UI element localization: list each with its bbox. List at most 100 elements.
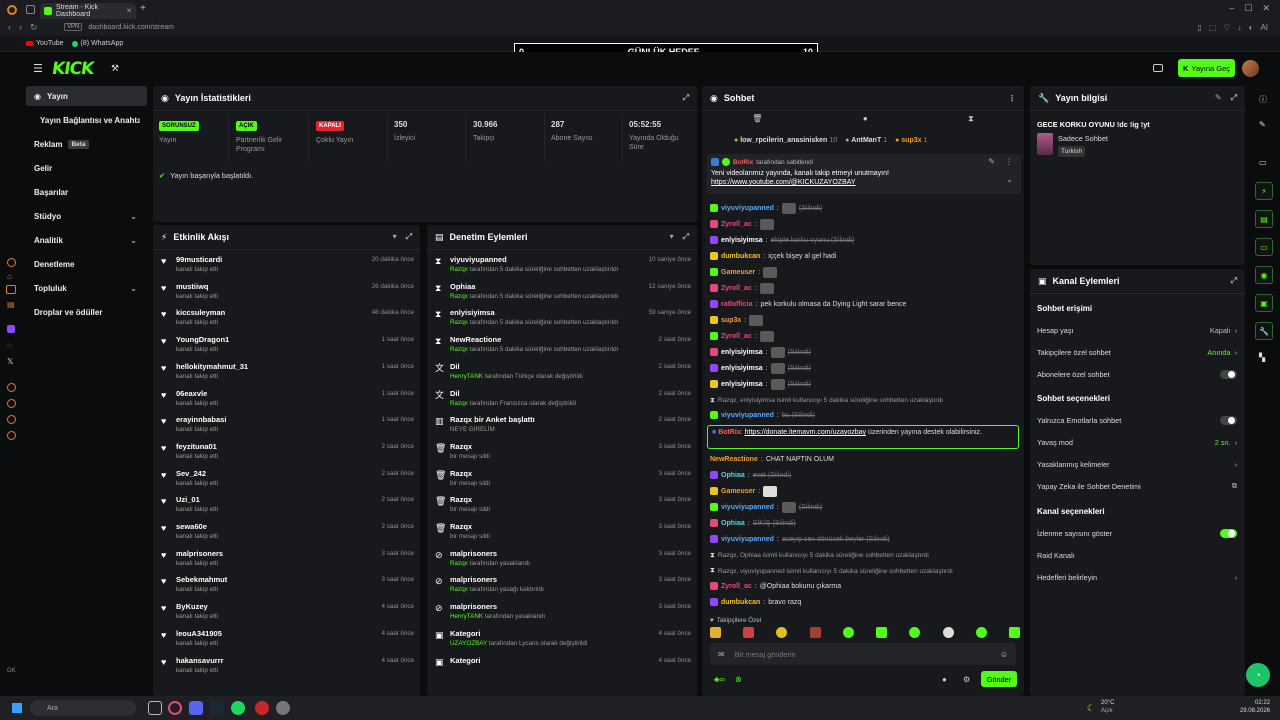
browser-logo-icon[interactable] <box>7 5 17 15</box>
setting-takipci-sohbet[interactable]: Takipçilere özel sohbet Anında › <box>1037 345 1237 359</box>
chat-username[interactable]: Zyroll_ac <box>721 583 752 590</box>
wallet-icon[interactable]: ◐ <box>1249 23 1254 32</box>
chat-message[interactable]: dumbukcan: bravo razq <box>710 595 1020 609</box>
edit-icon[interactable]: ✎ <box>1259 120 1266 129</box>
emote-icon[interactable] <box>1008 627 1020 638</box>
emote-icon[interactable] <box>809 627 821 638</box>
gear-icon[interactable]: ⚙ <box>963 675 970 684</box>
task-view-icon[interactable] <box>148 701 162 715</box>
rail-save-icon[interactable]: ▣ <box>1255 294 1273 312</box>
moderation-row[interactable]: 🗑 Razqx bir mesajı sildi 3 saat önce <box>435 495 691 521</box>
chat-username[interactable]: viyuviyupanned <box>721 536 774 543</box>
rail-wrench-icon[interactable]: 🔧 <box>1255 322 1273 340</box>
more-icon[interactable]: ⋮ <box>1005 157 1013 166</box>
trash-icon[interactable]: 🗑 <box>752 114 762 124</box>
chat-message[interactable]: enlyisiyimsa: (Silindi) <box>710 345 1020 359</box>
bookmark-youtube[interactable]: YouTube <box>26 40 64 47</box>
sidebar-item-analitik[interactable]: Analitik ⌄ <box>26 230 147 250</box>
chat-username[interactable]: Ophiaa <box>721 520 745 527</box>
chat-username[interactable]: ratlofficia <box>721 301 753 308</box>
sidebar-item-topluluk[interactable]: Topluluk ⌄ <box>26 278 147 298</box>
chat-message[interactable]: Zyroll_ac: <box>710 329 1020 343</box>
setting-raid[interactable]: Raid Kanalı <box>1037 548 1237 562</box>
kick-logo[interactable]: KICK <box>51 59 95 79</box>
chat-message[interactable]: Ophiaa: evet (Silindi) <box>710 468 1020 482</box>
expand-icon[interactable]: ⤢ <box>683 232 689 242</box>
activity-row[interactable]: ♥ kiccsuleyman kanalı takip etti 48 dakika … <box>161 308 414 334</box>
chat-message[interactable]: Zyroll_ac: @Ophiaa bokunu çıkarma <box>710 579 1020 593</box>
url-field[interactable]: VPN dashboard.kick.com/stream <box>64 23 174 31</box>
rail-list-icon[interactable]: ▤ <box>1255 210 1273 228</box>
toggle-switch[interactable] <box>1220 528 1237 538</box>
sidebar-item-reklam[interactable]: Reklam Beta <box>26 134 147 154</box>
menu-icon[interactable]: ☰ <box>33 62 43 75</box>
chat-username[interactable]: Zyroll_ac <box>721 221 752 228</box>
leaderboard-item[interactable]: ● AntManT 1 <box>845 137 887 144</box>
sidebar-item-stream-key[interactable]: Yayın Bağlantısı ve Anahtar <box>26 110 147 130</box>
minimize-icon[interactable]: – <box>1229 3 1234 14</box>
send-button[interactable]: Gönder <box>981 671 1017 687</box>
wallet-icon[interactable] <box>1153 64 1163 72</box>
vpn-badge[interactable]: VPN <box>64 23 83 31</box>
chat-username[interactable]: viyuviyupanned <box>721 504 774 511</box>
emoji-icon[interactable]: ☺ <box>1000 650 1008 659</box>
activity-row[interactable]: ♥ hellokitymahmut_31 kanalı takip etti 1 sa… <box>161 362 414 388</box>
sidebar-item-droplar[interactable]: Droplar ve ödüller <box>26 302 147 322</box>
chat-username[interactable]: Gameuser <box>721 269 755 276</box>
moderation-row[interactable]: ⧗ enlyisiyimsa Razqx tarafından 5 dakika s… <box>435 308 691 334</box>
chat-rail-icon[interactable]: ▭ <box>1259 158 1267 167</box>
filter-icon[interactable]: ▾ <box>670 232 674 242</box>
chat-message[interactable]: viyuviyupanned: (Silindi) <box>710 500 1020 514</box>
discord-icon[interactable] <box>189 701 203 715</box>
activity-row[interactable]: ♥ 99musticardi kanalı takip etti 20 dakika … <box>161 255 414 281</box>
ai-icon[interactable]: AI <box>1260 23 1268 32</box>
activity-row[interactable]: ♥ erayinnbabasi kanalı takip etti 1 saat ön… <box>161 415 414 441</box>
bag-icon[interactable]: ⌂ <box>7 272 12 281</box>
moderation-row[interactable]: ⊘ malprisoners HenryTANK tarafından yasakl… <box>435 602 691 628</box>
setting-hesap-yasi[interactable]: Hesap yaşı Kapalı › <box>1037 323 1237 337</box>
expand-icon[interactable]: ⤢ <box>1231 276 1237 286</box>
taskbar-search[interactable]: Ara <box>30 700 136 716</box>
filter-icon[interactable]: ▾ <box>393 232 397 242</box>
opera-icon[interactable] <box>168 701 182 715</box>
browser-tab[interactable]: Stream - Kick Dashboard ✕ <box>40 3 136 19</box>
info-icon[interactable] <box>7 399 16 408</box>
stack-icon[interactable] <box>6 285 16 294</box>
chat-message[interactable]: Gameuser: <box>710 265 1020 279</box>
moderation-row[interactable]: ⧗ NewReactione Razqx tarafından 5 dakika s… <box>435 335 691 361</box>
chat-username[interactable]: Ophiaa <box>721 472 745 479</box>
chat-message[interactable]: enlyisiyimsa: (Silindi) <box>710 377 1020 391</box>
moderation-row[interactable]: 文 Dil HenryTANK tarafından Türkçe olarak d… <box>435 362 691 388</box>
chat-username[interactable]: Gameuser <box>721 488 755 495</box>
moderation-row[interactable]: 🗑 Razqx bir mesajı sildi 3 saat önce <box>435 522 691 548</box>
chat-message[interactable]: enlyisiyimsa: ekiple korku oyunu (Silindi… <box>710 233 1020 247</box>
emote-icon[interactable] <box>876 627 888 638</box>
hourglass-icon[interactable]: ⧗ <box>968 114 974 124</box>
maximize-icon[interactable]: ☐ <box>1244 3 1252 14</box>
chat-settings-icon[interactable]: ● <box>942 675 947 684</box>
activity-row[interactable]: ♥ Uzi_01 kanalı takip etti 2 saat önce <box>161 495 414 521</box>
chat-username[interactable]: NewReactione <box>710 456 758 463</box>
notes-icon[interactable]: ▤ <box>7 300 15 309</box>
emote-icon[interactable] <box>975 627 987 638</box>
emote-icon[interactable] <box>842 627 854 638</box>
moderation-row[interactable]: ▥ Razqx bir Anket başlattı NEYE GİRELİM 2 s… <box>435 415 691 441</box>
expand-icon[interactable]: ⤢ <box>1231 93 1237 103</box>
rail-record-icon[interactable]: ◉ <box>1255 266 1273 284</box>
chat-username[interactable]: enlyisiyimsa <box>721 365 763 372</box>
expand-icon[interactable]: ⤢ <box>683 93 689 103</box>
chat-message[interactable]: enlyisiyimsa: (Silindi) <box>710 361 1020 375</box>
edit-icon[interactable]: ✎ <box>1215 93 1222 103</box>
chat-message[interactable]: Gameuser: <box>710 484 1020 498</box>
chat-message[interactable]: Zyroll_ac: <box>710 281 1020 295</box>
emote-icon[interactable] <box>710 627 721 638</box>
emote-icon[interactable] <box>942 627 954 638</box>
screenshot-icon[interactable]: ⬚ <box>1209 23 1217 32</box>
sidebar-item-denetleme[interactable]: Denetleme <box>26 254 147 274</box>
rail-chat-icon[interactable]: ▭ <box>1255 238 1273 256</box>
chat-input[interactable]: ✉ Bir mesaj gönderin ☺ <box>710 643 1016 665</box>
info-icon[interactable]: ⓘ <box>1259 94 1267 105</box>
chat-message[interactable]: viyuviyupanned: (Silindi) <box>710 201 1020 215</box>
activity-row[interactable]: ♥ Sev_242 kanalı takip etti 2 saat önce <box>161 469 414 495</box>
stack-icon[interactable]: ▚ <box>1259 353 1265 362</box>
